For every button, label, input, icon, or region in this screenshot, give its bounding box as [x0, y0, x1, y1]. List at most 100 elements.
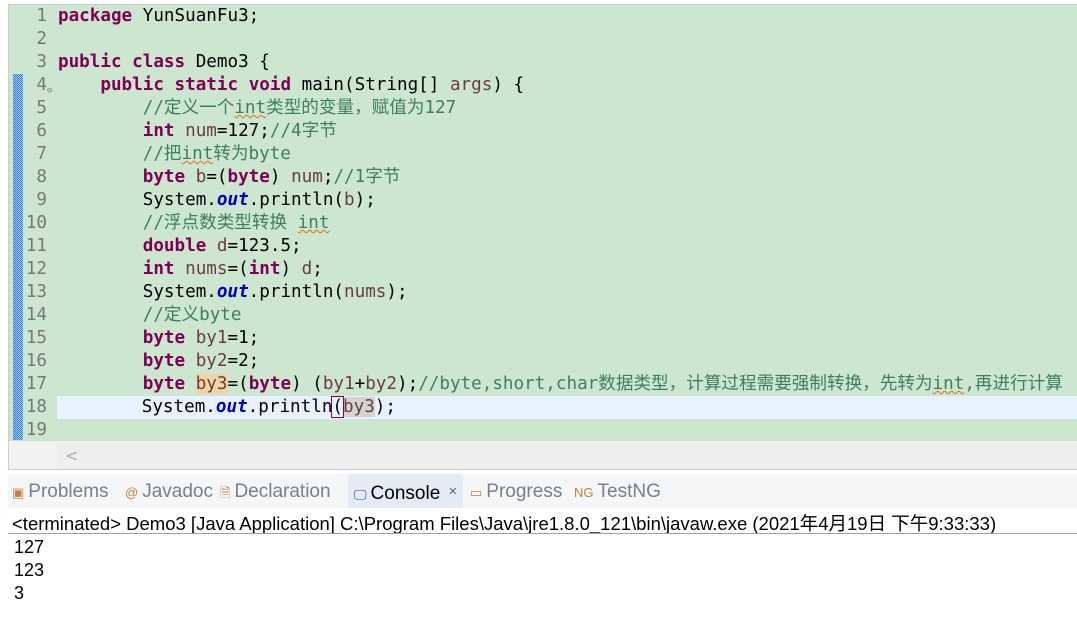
tab-progress[interactable]: ▭ Progress	[470, 474, 562, 508]
code-line[interactable]: 3 public class Demo3 {	[9, 51, 1077, 74]
code-token: YunSuanFu3;	[132, 6, 260, 26]
code-token: =127;	[216, 121, 270, 141]
code-line[interactable]: 6 int num=127;//4字节	[9, 120, 1077, 143]
change-ruler	[13, 74, 23, 440]
code-token: int	[142, 259, 175, 279]
code-token: System.	[57, 397, 216, 417]
code-token: num	[185, 121, 217, 141]
tab-label: TestNG	[597, 481, 661, 502]
code-token: int	[248, 259, 281, 279]
code-token: int	[234, 98, 267, 118]
code-token: 类型的变量，赋值为127	[266, 98, 457, 118]
code-token: b	[195, 167, 207, 187]
tab-testng[interactable]: NG TestNG	[574, 474, 661, 508]
tab-label: Declaration	[234, 481, 331, 502]
line-number: 11	[25, 236, 47, 256]
code-token: byte	[142, 374, 186, 394]
code-text: public class Demo3 {	[58, 51, 270, 74]
tab-label: Console	[370, 483, 441, 504]
code-token: )	[280, 259, 302, 279]
code-token: ;	[312, 259, 323, 279]
line-number: 1	[36, 6, 47, 26]
code-line[interactable]: 2	[9, 28, 1077, 51]
editor-lines[interactable]: 1 package YunSuanFu3; 2 3 public class Demo3…	[9, 5, 1077, 441]
code-token: =123.5;	[227, 236, 302, 256]
code-line[interactable]: 11 double d=123.5;	[9, 235, 1077, 258]
code-line[interactable]: 16 byte by2=2;	[9, 350, 1077, 373]
current-line-highlight: System.out.println(by3);	[57, 396, 1077, 419]
code-token: =(	[206, 167, 228, 187]
code-text: System.out.println(b);	[58, 189, 376, 212]
line-number: 7	[36, 144, 47, 164]
code-line[interactable]: 8 byte b=(byte) num;//1字节	[9, 166, 1077, 189]
line-number: 9	[36, 190, 47, 210]
code-line[interactable]: 7 //把int转为byte	[9, 143, 1077, 166]
code-text: System.out.println(by3);	[57, 396, 396, 419]
tab-console[interactable]: 🖵 Console ✕	[348, 474, 464, 508]
code-text: public static void main(String[] args) {	[58, 74, 524, 97]
code-line[interactable]: 12 int nums=(int) d;	[9, 258, 1077, 281]
line-number: 15	[25, 328, 47, 348]
code-editor[interactable]: 1 package YunSuanFu3; 2 3 public class Demo3…	[8, 4, 1077, 470]
code-line[interactable]: 1 package YunSuanFu3;	[9, 5, 1077, 28]
line-number: 8	[36, 167, 47, 187]
tab-label: Javadoc	[142, 481, 213, 502]
code-line[interactable]: 10 //浮点数类型转换 int	[9, 212, 1077, 235]
code-token: by3	[195, 374, 228, 394]
code-text: byte by2=2;	[58, 350, 260, 373]
code-line[interactable]: 9 System.out.println(b);	[9, 189, 1077, 212]
code-token: nums	[344, 282, 387, 302]
code-token: d	[216, 236, 228, 256]
code-text: //浮点数类型转换 int	[58, 212, 330, 235]
code-line[interactable]: 18 System.out.println(by3);	[9, 396, 1077, 419]
problems-icon: ▣	[12, 485, 25, 500]
code-line[interactable]: 5 //定义一个int类型的变量，赋值为127	[9, 97, 1077, 120]
code-token: .println(	[248, 282, 345, 302]
code-token: //1字节	[333, 167, 401, 187]
line-number: 12	[25, 259, 47, 279]
code-line[interactable]: 14 //定义byte	[9, 304, 1077, 327]
code-token: out	[216, 282, 249, 302]
code-token: );	[397, 374, 419, 394]
code-token: int	[932, 374, 965, 394]
line-number: 19	[25, 420, 47, 440]
line-number: 16	[25, 351, 47, 371]
scroll-left-icon[interactable]: <	[65, 446, 78, 465]
code-token: class	[132, 52, 186, 72]
tab-problems[interactable]: ▣ Problems	[12, 474, 109, 508]
code-line[interactable]: 19	[9, 419, 1077, 442]
tab-declaration[interactable]: 🗎 Declaration	[220, 474, 331, 508]
code-text: package YunSuanFu3;	[58, 5, 259, 28]
code-token: )	[269, 167, 292, 187]
code-line[interactable]: 4 ⊖ public static void main(String[] args…	[9, 74, 1077, 97]
code-token: .println(	[248, 190, 345, 210]
code-token: ) {	[492, 75, 525, 95]
code-line[interactable]: 13 System.out.println(nums);	[9, 281, 1077, 304]
code-token: void	[248, 75, 292, 95]
code-token: args	[449, 75, 493, 95]
horizontal-scrollbar[interactable]: <	[57, 442, 1077, 469]
view-tabs: ▣ Problems @ Javadoc 🗎 Declaration 🖵 Console ✕ ▭ P…	[8, 474, 1077, 508]
code-token: by2	[195, 351, 228, 371]
code-token: b	[344, 190, 355, 210]
code-line[interactable]: 17 byte by3=(byte) (by1+by2);//byte,shor…	[9, 373, 1077, 396]
console-icon: 🖵	[354, 487, 367, 502]
code-token: byte	[227, 167, 270, 187]
code-token: public	[58, 52, 122, 72]
close-icon[interactable]: ✕	[448, 486, 457, 498]
code-token: double	[142, 236, 207, 256]
code-text: System.out.println(nums);	[58, 281, 408, 304]
tab-javadoc[interactable]: @ Javadoc	[125, 474, 213, 508]
code-line[interactable]: 15 byte by1=1;	[9, 327, 1077, 350]
code-token: //定义一个	[58, 98, 235, 118]
